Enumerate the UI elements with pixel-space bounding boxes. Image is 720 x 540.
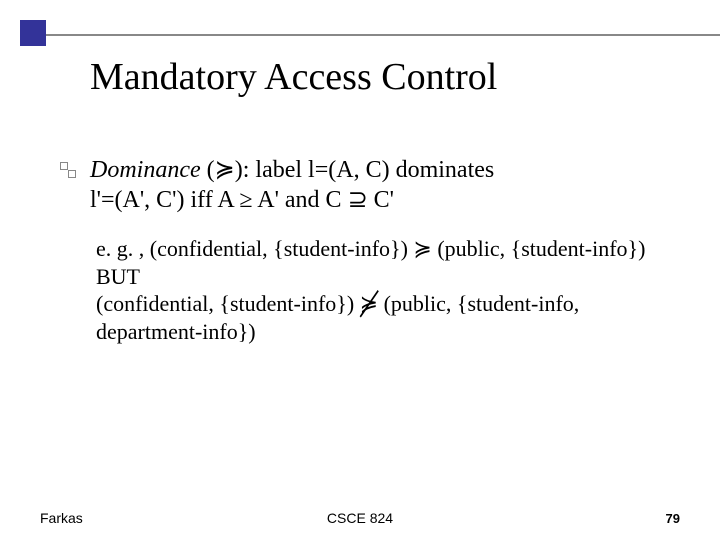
footer: Farkas CSCE 824 79 xyxy=(0,510,720,526)
slide-title: Mandatory Access Control xyxy=(90,55,497,99)
bullet-icon xyxy=(60,162,78,180)
accent-square xyxy=(20,20,46,46)
example-line3b: (public, {student-info, xyxy=(378,291,579,316)
slide: Mandatory Access Control Dominance (≽): … xyxy=(0,0,720,540)
dominance-lead: Dominance xyxy=(90,157,201,183)
footer-author: Farkas xyxy=(40,510,83,526)
example-but: BUT xyxy=(96,263,670,291)
slide-body: Dominance (≽): label l=(A, C) dominates … xyxy=(60,155,670,345)
dominance-rest1: label l=(A, C) dominates xyxy=(255,157,494,183)
example-line1: e. g. , (confidential, {student-info}) ≽… xyxy=(96,235,670,263)
example-line3a: (confidential, {student-info}) xyxy=(96,291,360,316)
page-number: 79 xyxy=(666,511,680,526)
bullet-row: Dominance (≽): label l=(A, C) dominates … xyxy=(60,155,670,215)
dominance-text: Dominance (≽): label l=(A, C) dominates … xyxy=(90,155,670,215)
strike-glyph: ≽ xyxy=(360,291,378,316)
dominance-symbol: (≽): xyxy=(201,157,256,183)
example-line3: (confidential, {student-info}) ≽ (public… xyxy=(96,290,670,318)
dominance-rest2: l'=(A', C') iff A ≥ A' and C ⊇ C' xyxy=(90,187,394,213)
example-line4: department-info}) xyxy=(96,318,670,346)
strike-symbol: ≽ xyxy=(360,290,378,318)
footer-course: CSCE 824 xyxy=(327,510,393,526)
example-block: e. g. , (confidential, {student-info}) ≽… xyxy=(96,235,670,345)
accent-line xyxy=(46,34,720,36)
